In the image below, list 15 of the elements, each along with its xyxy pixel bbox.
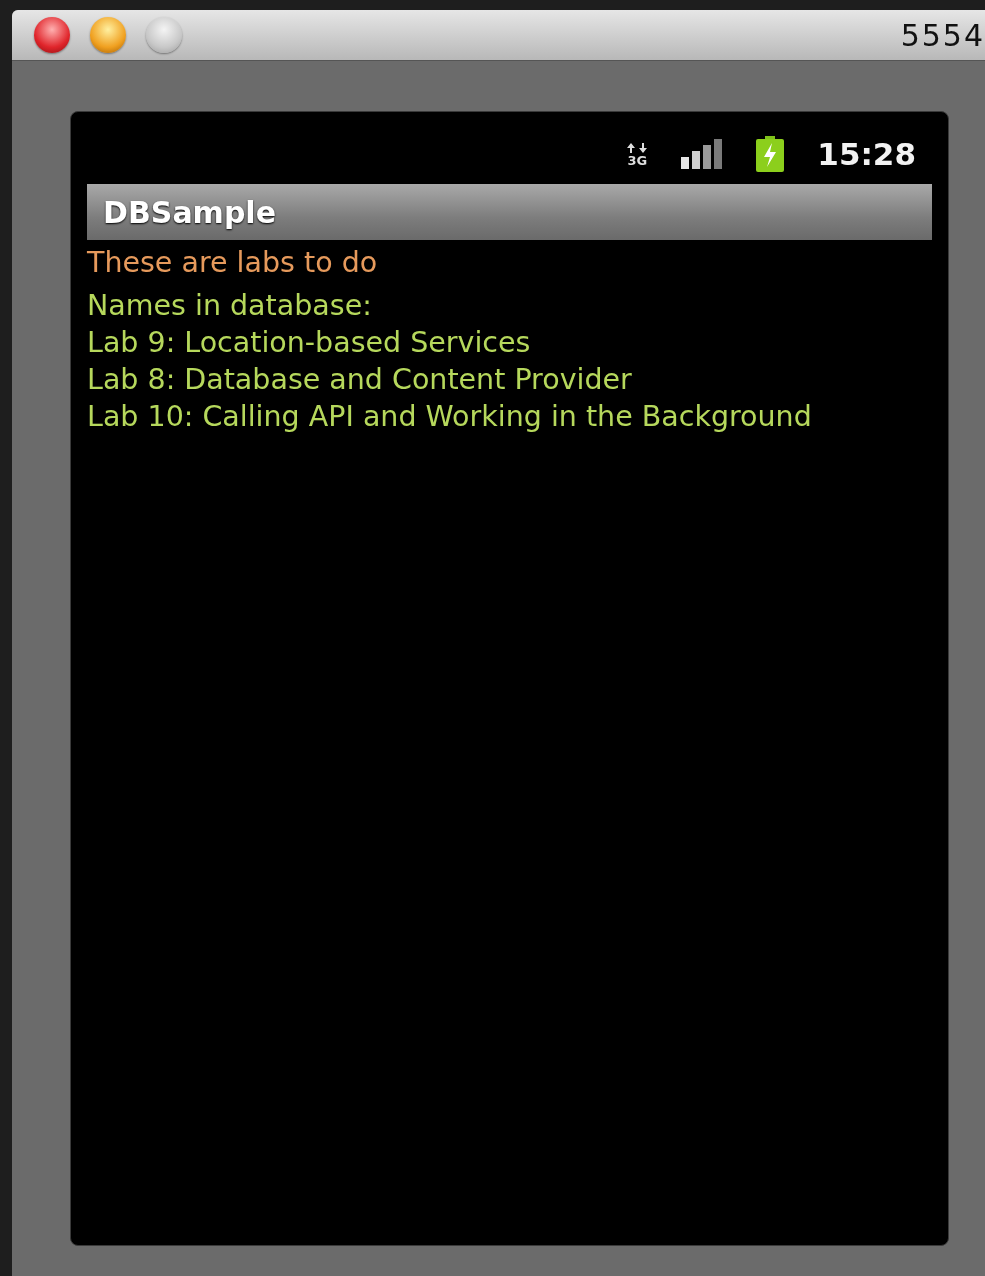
clock-time: 15:28 (817, 136, 916, 172)
close-button[interactable] (34, 17, 70, 53)
lab-name-text: Lab 8: Database and Content Provider (87, 362, 632, 398)
lab-name-text: Lab 9: Location-based Services (87, 325, 531, 361)
charging-battery-icon (755, 136, 786, 172)
lab-name-text: Lab 10: Calling API and Working in the Background (87, 399, 812, 435)
zoom-button[interactable] (146, 17, 182, 53)
network-indicator: 3G (625, 141, 650, 167)
list-label: Names in database: (87, 288, 372, 324)
app-title: DBSample (103, 194, 276, 230)
data-arrows-icon (625, 141, 650, 154)
signal-icon (681, 139, 724, 169)
minimize-button[interactable] (90, 17, 126, 53)
heading-text: These are labs to do (87, 245, 378, 281)
window-title: 5554 (900, 18, 985, 53)
